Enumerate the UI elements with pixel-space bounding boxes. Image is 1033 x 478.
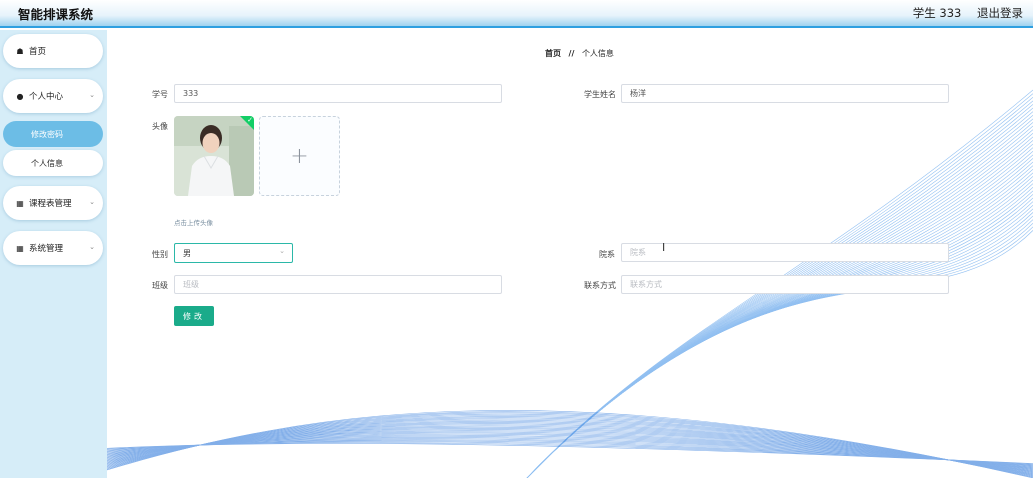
logout-button[interactable]: 退出登录 bbox=[977, 6, 1023, 20]
sidebar-item-label: 首页 bbox=[29, 47, 47, 57]
student-id-label: 学号 bbox=[152, 90, 168, 99]
sidebar-item-label: 系统管理 bbox=[29, 244, 64, 254]
gender-select[interactable]: 男 ⌄ bbox=[174, 243, 293, 263]
breadcrumb-separator: // bbox=[568, 49, 575, 58]
grid-icon: ▦ bbox=[16, 198, 24, 208]
class-label: 班级 bbox=[152, 281, 168, 290]
sidebar-item-label: 个人中心 bbox=[29, 92, 64, 102]
sidebar: ☗ 首页 ● 个人中心 ⌄ 修改密码 个人信息 ▦ 课程表管理 ⌄ ▦ 系统管理… bbox=[0, 30, 107, 478]
chevron-down-icon: ⌄ bbox=[279, 247, 285, 255]
student-name-input[interactable]: 杨洋 bbox=[621, 84, 949, 103]
main-content: 首页 // 个人信息 学号 333 学生姓名 杨洋 头像 ✓ + 点击上传头像 … bbox=[107, 30, 1033, 478]
gender-value: 男 bbox=[183, 248, 191, 258]
home-icon: ☗ bbox=[16, 46, 24, 56]
avatar-label: 头像 bbox=[152, 122, 168, 131]
user-label: 学生 333 bbox=[912, 6, 962, 20]
plus-icon: + bbox=[290, 143, 309, 169]
user-info: 学生 333 退出登录 bbox=[901, 5, 1023, 21]
avatar-image[interactable]: ✓ bbox=[174, 116, 254, 196]
apps-icon: ▦ bbox=[16, 243, 24, 253]
sidebar-item-personal-center[interactable]: ● 个人中心 ⌄ bbox=[3, 79, 103, 113]
check-icon: ✓ bbox=[247, 116, 253, 124]
breadcrumb: 首页 // 个人信息 bbox=[545, 48, 614, 59]
text-cursor-icon: I bbox=[662, 241, 666, 254]
contact-input[interactable]: 联系方式 bbox=[621, 275, 949, 294]
sidebar-subitem-label: 个人信息 bbox=[31, 158, 63, 168]
chevron-down-icon: ⌄ bbox=[89, 91, 95, 100]
sidebar-item-system-manage[interactable]: ▦ 系统管理 ⌄ bbox=[3, 231, 103, 265]
chevron-down-icon: ⌄ bbox=[89, 198, 95, 207]
department-label: 院系 bbox=[599, 250, 615, 259]
submit-button[interactable]: 修改 bbox=[174, 306, 214, 326]
student-name-label: 学生姓名 bbox=[584, 90, 616, 99]
user-icon: ● bbox=[16, 91, 24, 101]
breadcrumb-home[interactable]: 首页 bbox=[545, 49, 561, 58]
class-input[interactable]: 班级 bbox=[174, 275, 502, 294]
sidebar-subitem-change-password[interactable]: 修改密码 bbox=[3, 121, 103, 147]
upload-avatar-button[interactable]: + bbox=[259, 116, 340, 196]
gender-label: 性别 bbox=[152, 250, 168, 259]
chevron-down-icon: ⌄ bbox=[89, 243, 95, 252]
sidebar-item-home[interactable]: ☗ 首页 bbox=[3, 34, 103, 68]
student-id-input[interactable]: 333 bbox=[174, 84, 502, 103]
sidebar-item-label: 课程表管理 bbox=[29, 199, 72, 209]
upload-tip: 点击上传头像 bbox=[174, 219, 213, 227]
department-input[interactable]: 院系 bbox=[621, 243, 949, 262]
sidebar-item-course-schedule[interactable]: ▦ 课程表管理 ⌄ bbox=[3, 186, 103, 220]
sidebar-subitem-personal-info[interactable]: 个人信息 bbox=[3, 150, 103, 176]
sidebar-subitem-label: 修改密码 bbox=[31, 129, 63, 139]
contact-label: 联系方式 bbox=[584, 281, 616, 290]
top-bar: 智能排课系统 学生 333 退出登录 bbox=[0, 0, 1033, 28]
breadcrumb-current: 个人信息 bbox=[581, 49, 614, 58]
app-title: 智能排课系统 bbox=[18, 7, 94, 22]
